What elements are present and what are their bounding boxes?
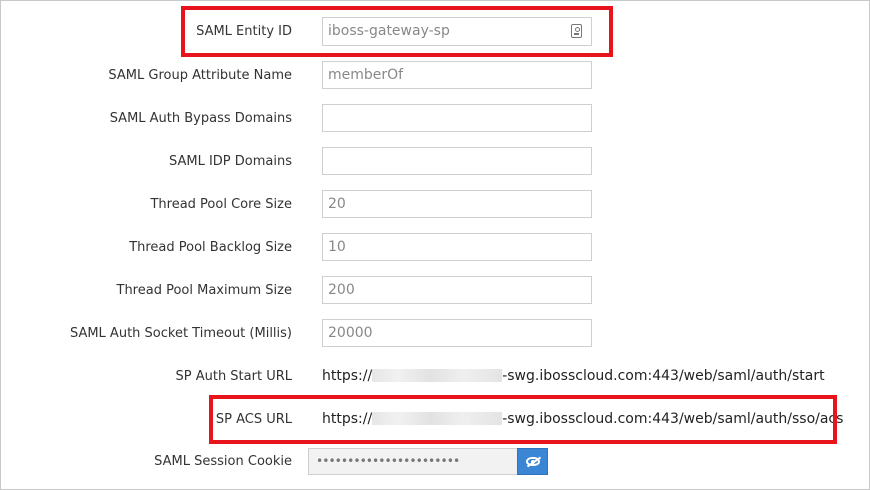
saml-session-cookie-label: SAML Session Cookie [154, 454, 292, 469]
saml-group-attribute-input[interactable]: memberOf [322, 61, 592, 89]
thread-pool-maximum-input[interactable]: 200 [322, 276, 592, 304]
row-thread-pool-maximum: Thread Pool Maximum Size 200 [1, 276, 870, 306]
sp-auth-start-url-prefix: https:// [322, 368, 373, 384]
redacted-hostname [372, 369, 503, 382]
saml-socket-timeout-input[interactable]: 20000 [322, 319, 592, 347]
row-thread-pool-backlog: Thread Pool Backlog Size 10 [1, 233, 870, 263]
row-saml-socket-timeout: SAML Auth Socket Timeout (Millis) 20000 [1, 319, 870, 349]
thread-pool-backlog-input[interactable]: 10 [322, 233, 592, 261]
settings-panel: SAML Entity ID iboss-gateway-sp SAML Gro… [0, 0, 870, 490]
highlight-box-acs-url [209, 395, 837, 444]
thread-pool-backlog-label: Thread Pool Backlog Size [129, 240, 292, 255]
saml-auth-bypass-input[interactable] [322, 104, 592, 132]
row-saml-group-attribute: SAML Group Attribute Name memberOf [1, 61, 870, 91]
eye-slash-icon [526, 457, 540, 466]
saml-socket-timeout-label: SAML Auth Socket Timeout (Millis) [69, 326, 292, 341]
saml-session-cookie-input[interactable]: ••••••••••••••••••••••• [308, 448, 518, 475]
highlight-box-entity-id [181, 6, 613, 57]
saml-idp-domains-input[interactable] [322, 147, 592, 175]
sp-auth-start-url-value: https:// -swg.ibosscloud.com:443/web/saml… [322, 368, 825, 384]
row-sp-auth-start-url: SP Auth Start URL https:// -swg.ibossclou… [1, 362, 870, 392]
thread-pool-core-label: Thread Pool Core Size [150, 197, 292, 212]
row-thread-pool-core: Thread Pool Core Size 20 [1, 190, 870, 220]
row-saml-auth-bypass: SAML Auth Bypass Domains [1, 104, 870, 134]
sp-auth-start-url-suffix: -swg.ibosscloud.com:443/web/saml/auth/st… [502, 368, 825, 384]
row-saml-idp-domains: SAML IDP Domains [1, 147, 870, 177]
saml-group-attribute-label: SAML Group Attribute Name [108, 68, 292, 83]
toggle-visibility-button[interactable] [517, 448, 548, 475]
row-saml-session-cookie: SAML Session Cookie ••••••••••••••••••••… [1, 448, 870, 478]
saml-auth-bypass-label: SAML Auth Bypass Domains [109, 111, 292, 126]
saml-idp-domains-label: SAML IDP Domains [168, 154, 292, 169]
thread-pool-core-input[interactable]: 20 [322, 190, 592, 218]
thread-pool-maximum-label: Thread Pool Maximum Size [116, 283, 293, 298]
sp-auth-start-url-label: SP Auth Start URL [175, 369, 292, 384]
